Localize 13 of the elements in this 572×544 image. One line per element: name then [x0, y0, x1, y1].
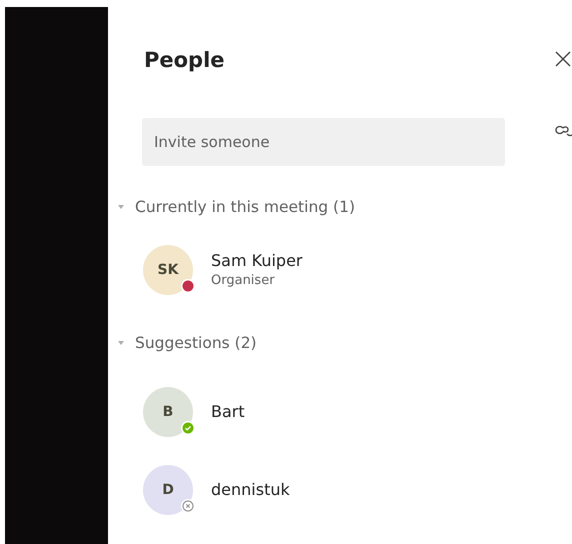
- avatar-initials: D: [162, 483, 174, 497]
- section-header[interactable]: Currently in this meeting (1): [135, 198, 355, 216]
- person-role: Organiser: [211, 272, 276, 290]
- section-header[interactable]: Suggestions (2): [135, 334, 257, 352]
- avatar-initials: SK: [158, 263, 178, 277]
- close-button[interactable]: [554, 50, 572, 68]
- close-icon: [554, 50, 572, 68]
- panel-title: People: [144, 47, 226, 74]
- person-name: dennistuk: [211, 479, 290, 501]
- avatar-initials: B: [162, 405, 174, 419]
- person-name: Bart: [211, 401, 245, 423]
- invite-field[interactable]: Invite someone: [142, 118, 505, 166]
- person-name: Sam Kuiper: [211, 250, 302, 272]
